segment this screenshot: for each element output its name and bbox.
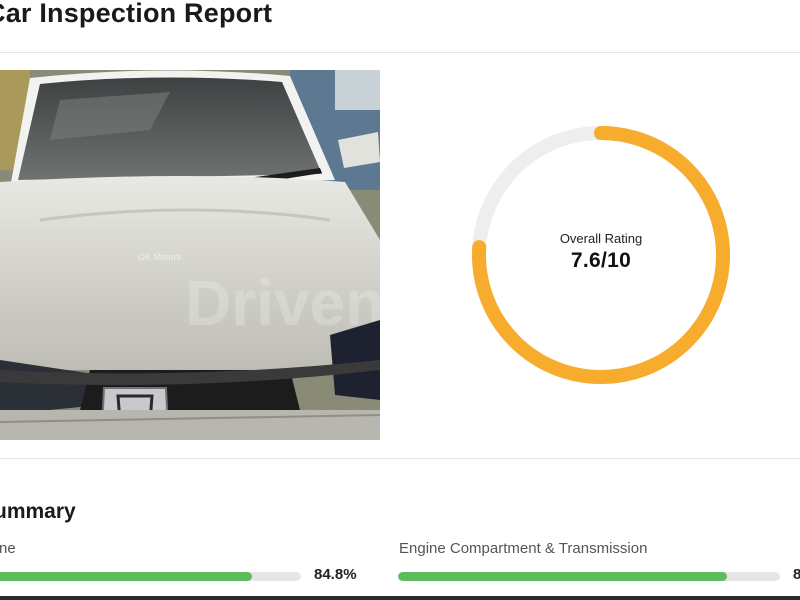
- summary-heading: Summary: [0, 500, 76, 523]
- rating-text: Overall Rating 7.6/10: [468, 122, 734, 388]
- metric-bar-fill-engine-compartment: [398, 572, 727, 581]
- metric-label-engine-compartment: Engine Compartment & Transmission: [399, 540, 648, 557]
- overall-rating-gauge: Overall Rating 7.6/10: [468, 122, 734, 388]
- metric-bar-engine-compartment: [398, 572, 780, 581]
- metric-bar-fill-engine: [0, 572, 253, 581]
- header-divider: [0, 52, 800, 53]
- metric-value-engine: 84.8%: [314, 566, 357, 583]
- watermark-text: Driven: [185, 267, 380, 339]
- section-divider: [0, 458, 800, 459]
- watermark-badge: OK Motors: [138, 252, 182, 262]
- car-photo-illustration: Driven OK Motors: [0, 70, 380, 440]
- inspection-report-page: Car Inspection Report Driven OK Motors O…: [0, 0, 800, 600]
- rating-value: 7.6/10: [570, 249, 632, 272]
- metric-bar-engine: [0, 572, 301, 581]
- page-title: Car Inspection Report: [0, 0, 273, 28]
- metric-label-engine: Engine: [0, 540, 16, 557]
- rating-label: Overall Rating: [559, 231, 643, 246]
- metric-value-engine-compartment: 8: [793, 566, 800, 583]
- car-photo[interactable]: Driven OK Motors: [0, 70, 380, 440]
- bottom-edge: [0, 596, 800, 600]
